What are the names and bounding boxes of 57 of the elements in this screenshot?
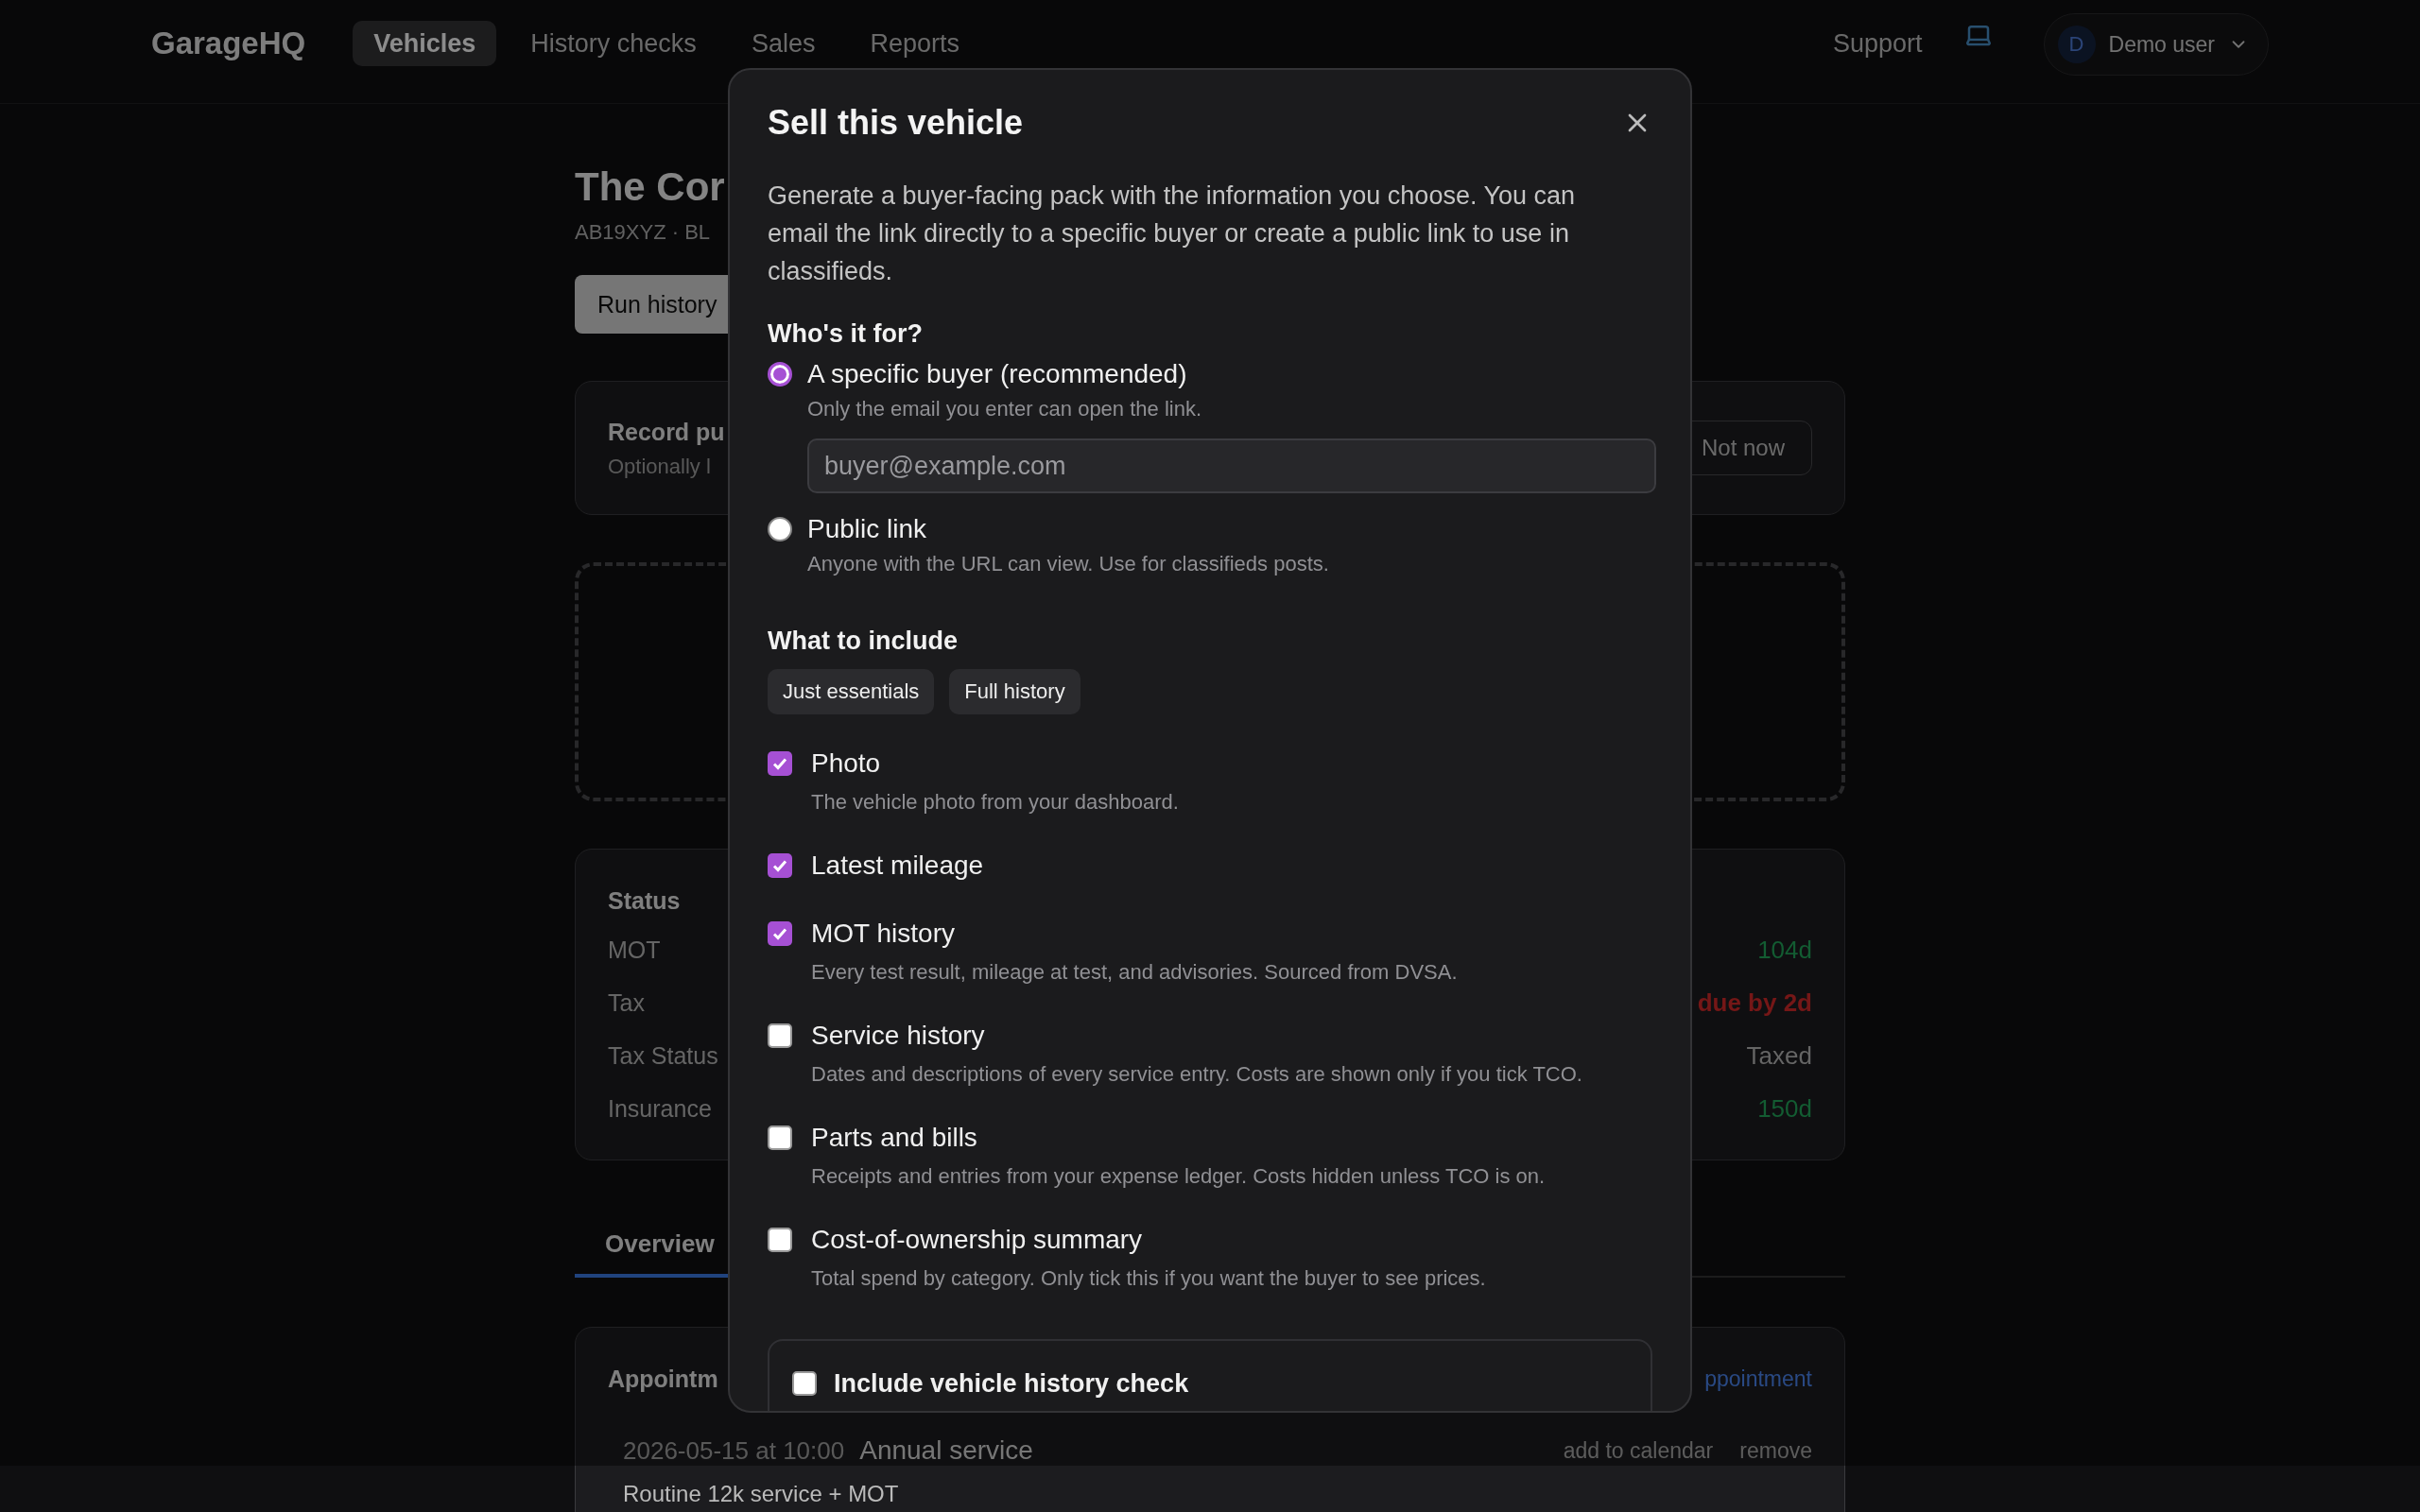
status-value: due by 2d — [1697, 988, 1812, 1018]
app-logo[interactable]: GarageHQ — [151, 21, 306, 66]
nav-link[interactable]: Reports — [849, 21, 980, 66]
appointment-action[interactable]: add to calendar — [1563, 1437, 1714, 1463]
checkbox[interactable] — [768, 1023, 792, 1048]
user-menu[interactable]: D Demo user — [2043, 13, 2269, 76]
option-hint: The vehicle photo from your dashboard. — [811, 790, 1180, 815]
option-hint: Dates and descriptions of every service entry. Costs are shown only if you tick TCO. — [811, 1062, 1583, 1087]
option-hint: Every test result, mileage at test, and advisories. Sourced from DVSA. — [811, 960, 1459, 985]
card-title: Record pu — [608, 418, 725, 447]
checkbox[interactable] — [768, 1228, 792, 1252]
checkbox-label[interactable]: MOT history — [811, 917, 955, 951]
checkbox-label[interactable]: Latest mileage — [811, 849, 984, 883]
preset-button[interactable]: Full history — [949, 669, 1080, 714]
checkbox[interactable] — [768, 751, 792, 776]
checkbox[interactable] — [768, 1125, 792, 1150]
radio-button[interactable] — [768, 362, 792, 387]
status-value: 150d — [1757, 1093, 1812, 1124]
option-hint: Total spend by category. Only tick this if you want the buyer to see prices. — [811, 1266, 1487, 1291]
appointment-date: 2026-05-15 at 10:00 — [623, 1436, 845, 1465]
radio-button[interactable] — [768, 517, 792, 541]
option-hint: Only the email you enter can open the link. — [807, 397, 1203, 421]
checkbox[interactable] — [792, 1371, 817, 1396]
radio-label[interactable]: A specific buyer (recommended) — [807, 357, 1187, 391]
appointment-action[interactable]: remove — [1739, 1437, 1812, 1463]
nav-link[interactable]: History checks — [510, 21, 717, 66]
email-field[interactable]: buyer@example.com — [807, 438, 1656, 493]
checkbox-label[interactable]: Cost-of-ownership summary — [811, 1223, 1143, 1257]
checkbox-label[interactable]: Parts and bills — [811, 1121, 977, 1155]
status-label: Insurance — [608, 1094, 712, 1123]
support-link[interactable]: Support — [1832, 21, 1923, 66]
appointment-note: Routine 12k service + MOT — [622, 1481, 900, 1507]
status-label: Tax Status — [608, 1041, 718, 1070]
appointment-title: Annual service — [859, 1435, 1033, 1465]
card-title: Appointm — [608, 1365, 718, 1394]
status-label: MOT — [608, 936, 661, 964]
nav-link[interactable]: Sales — [730, 21, 837, 66]
user-avatar: D — [2057, 26, 2096, 63]
checkbox[interactable] — [768, 853, 792, 878]
radio-label[interactable]: Public link — [807, 512, 927, 546]
card-subtitle: Optionally l — [608, 455, 711, 479]
checkbox-label[interactable]: Photo — [811, 747, 881, 781]
preset-button[interactable]: Just essentials — [768, 669, 935, 714]
checkbox-label[interactable]: Include vehicle history check — [834, 1366, 1189, 1400]
status-label: Tax — [608, 988, 645, 1017]
checkbox[interactable] — [768, 921, 792, 946]
vehicle-subtitle: AB19XYZ · BL — [575, 219, 711, 246]
status-value: 104d — [1757, 935, 1812, 965]
vehicle-title: The Cor — [575, 163, 725, 211]
dialog-title: Sell this vehicle — [768, 102, 1024, 144]
checkbox-label[interactable]: Service history — [811, 1019, 985, 1053]
status-value: Taxed — [1746, 1040, 1812, 1071]
nav-link[interactable]: Vehicles — [353, 21, 497, 66]
option-hint: Receipts and entries from your expense ledger. Costs hidden unless TCO is on. — [811, 1164, 1547, 1189]
option-hint: Anyone with the URL can view. Use for classifieds posts. — [807, 552, 1330, 576]
section-heading: What to include — [768, 626, 959, 656]
card-title: Status — [608, 886, 681, 916]
